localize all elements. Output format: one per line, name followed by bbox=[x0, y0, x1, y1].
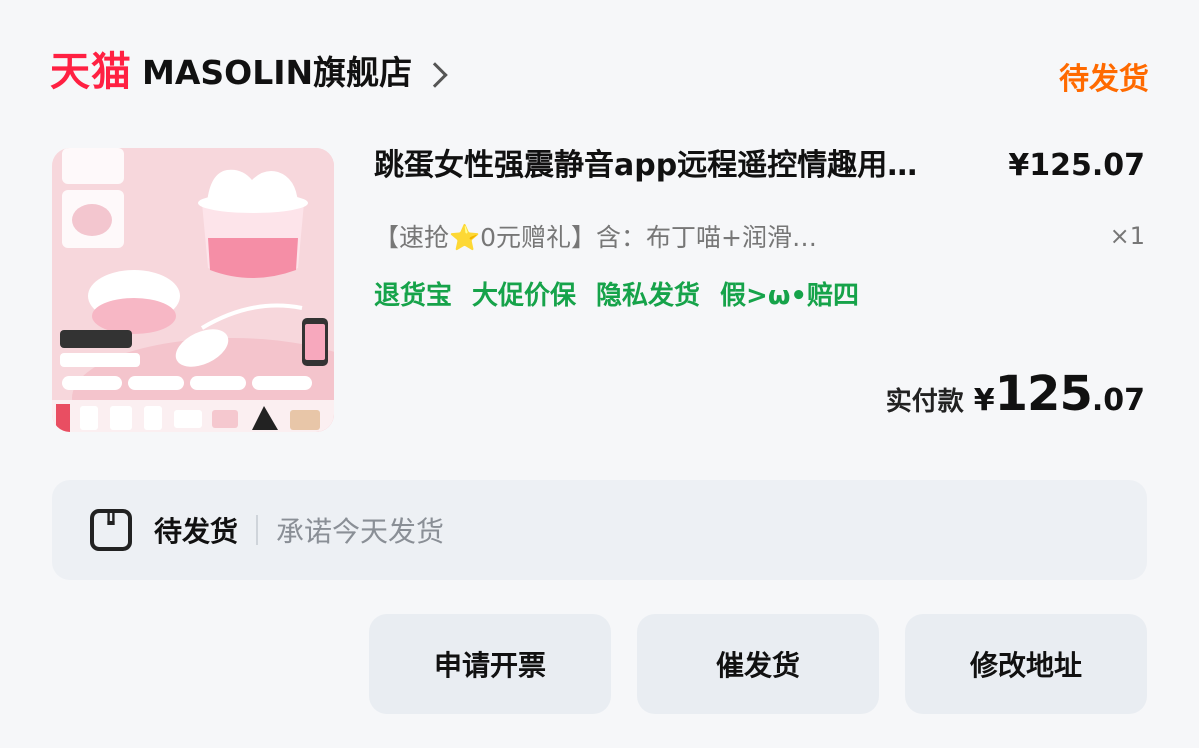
tmall-logo: 天猫 bbox=[50, 50, 132, 94]
urge-shipping-button[interactable]: 催发货 bbox=[637, 614, 879, 714]
order-header: 天猫 MASOLIN旗舰店 待发货 bbox=[50, 44, 1149, 100]
paid-integer: 125 bbox=[994, 366, 1093, 422]
service-tag: 假>ω•赔四 bbox=[720, 281, 860, 311]
product-image bbox=[52, 148, 334, 432]
product-quantity: ×1 bbox=[1109, 222, 1145, 250]
order-status: 待发货 bbox=[1059, 62, 1149, 97]
service-tag: 退货宝 bbox=[374, 281, 453, 311]
paid-amount: 实付款 ¥ 125 .07 bbox=[886, 366, 1145, 422]
edit-address-button[interactable]: 修改地址 bbox=[905, 614, 1147, 714]
paid-currency: ¥ bbox=[973, 383, 995, 418]
service-tag: 大促价保 bbox=[472, 281, 577, 311]
shipping-status-bar[interactable]: 待发货 承诺今天发货 bbox=[52, 480, 1147, 580]
shipping-note: 承诺今天发货 bbox=[276, 515, 445, 548]
service-tag: 隐私发货 bbox=[596, 281, 701, 311]
invoice-button[interactable]: 申请开票 bbox=[369, 614, 611, 714]
product-spec: 【速抢⭐0元赠礼】含：布丁喵+润滑… bbox=[374, 223, 817, 252]
store-name-link[interactable]: MASOLIN旗舰店 bbox=[142, 56, 412, 89]
chevron-right-icon[interactable] bbox=[422, 62, 448, 88]
order-card: 天猫 MASOLIN旗舰店 待发货 跳蛋女性强震静音app远程遥控情趣用… ¥1… bbox=[0, 0, 1199, 748]
service-tags: 退货宝 大促价保 隐私发货 假>ω•赔四 bbox=[374, 278, 859, 314]
divider bbox=[256, 515, 259, 545]
paid-label: 实付款 bbox=[885, 387, 964, 417]
action-buttons: 申请开票 催发货 修改地址 bbox=[369, 614, 1147, 714]
paid-decimal: .07 bbox=[1091, 383, 1145, 418]
shipping-status: 待发货 bbox=[154, 515, 239, 548]
product-thumbnail[interactable] bbox=[52, 148, 334, 432]
package-icon bbox=[90, 509, 132, 551]
product-title[interactable]: 跳蛋女性强震静音app远程遥控情趣用… bbox=[374, 146, 974, 186]
product-price: ¥125.07 bbox=[1008, 148, 1145, 183]
